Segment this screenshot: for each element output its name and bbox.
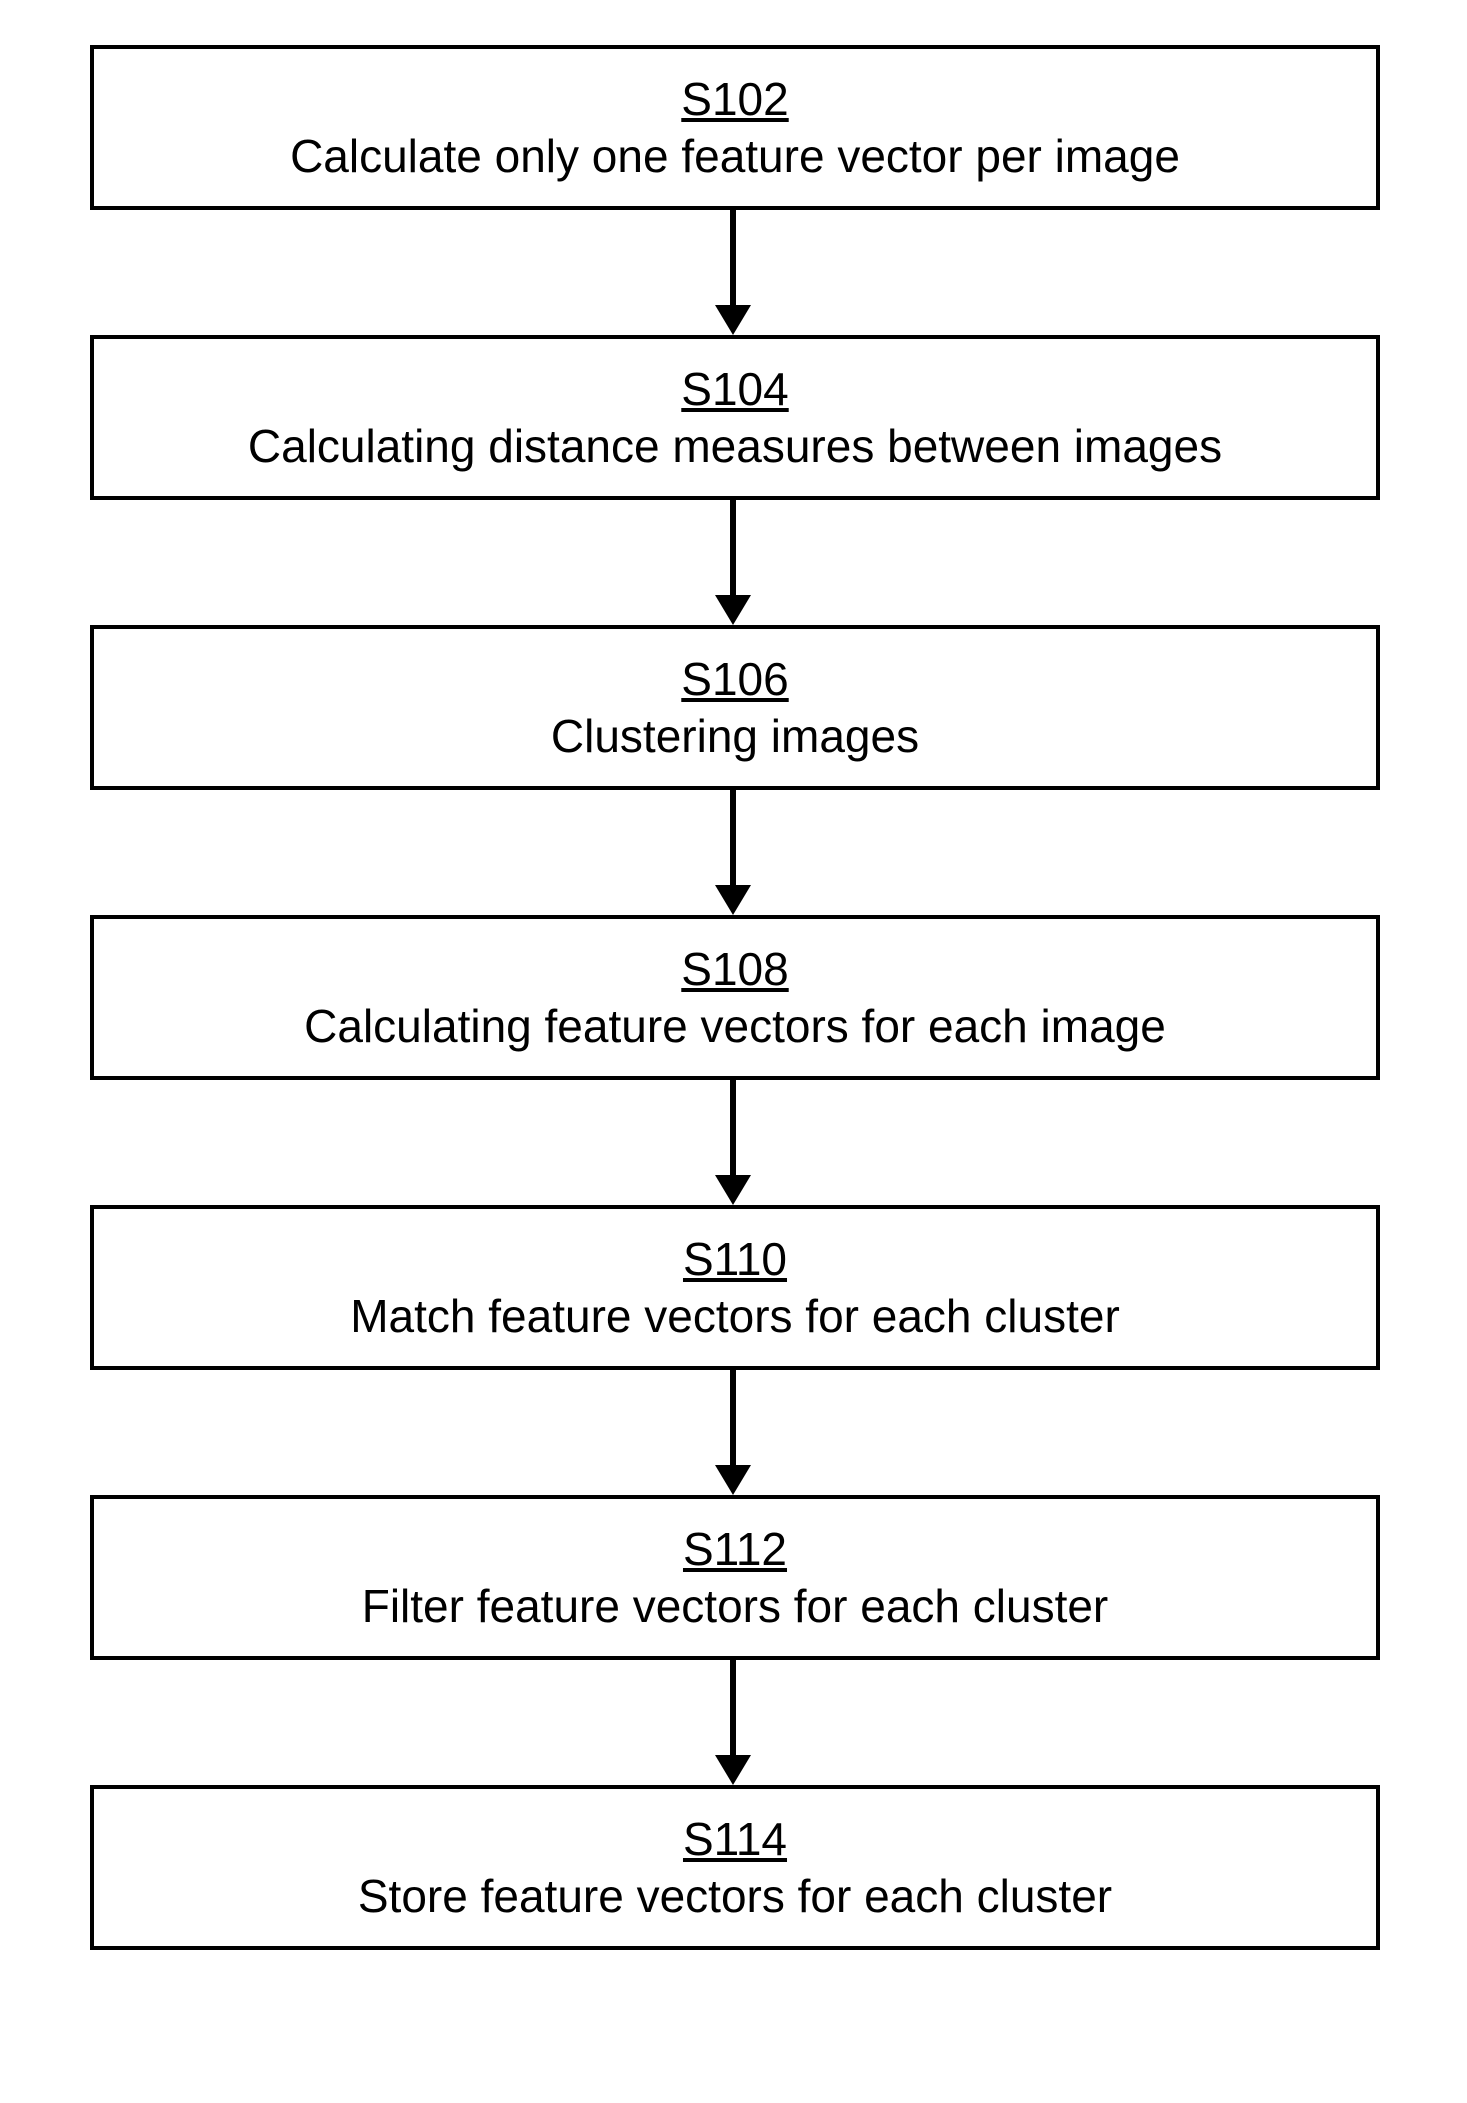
flow-step-s104: S104 Calculating distance measures betwe…	[90, 335, 1380, 500]
step-text: Filter feature vectors for each cluster	[114, 1580, 1356, 1633]
step-id: S110	[114, 1233, 1356, 1286]
step-text: Store feature vectors for each cluster	[114, 1870, 1356, 1923]
step-text: Calculating feature vectors for each ima…	[114, 1000, 1356, 1053]
step-text: Calculating distance measures between im…	[114, 420, 1356, 473]
step-id: S102	[114, 73, 1356, 126]
step-id: S104	[114, 363, 1356, 416]
flow-step-s112: S112 Filter feature vectors for each clu…	[90, 1495, 1380, 1660]
flow-step-s108: S108 Calculating feature vectors for eac…	[90, 915, 1380, 1080]
flow-step-s102: S102 Calculate only one feature vector p…	[90, 45, 1380, 210]
step-text: Clustering images	[114, 710, 1356, 763]
flowchart-canvas: S102 Calculate only one feature vector p…	[0, 0, 1467, 2103]
flow-step-s114: S114 Store feature vectors for each clus…	[90, 1785, 1380, 1950]
step-id: S108	[114, 943, 1356, 996]
flow-step-s110: S110 Match feature vectors for each clus…	[90, 1205, 1380, 1370]
step-id: S112	[114, 1523, 1356, 1576]
step-id: S106	[114, 653, 1356, 706]
step-id: S114	[114, 1813, 1356, 1866]
flow-step-s106: S106 Clustering images	[90, 625, 1380, 790]
step-text: Match feature vectors for each cluster	[114, 1290, 1356, 1343]
step-text: Calculate only one feature vector per im…	[114, 130, 1356, 183]
